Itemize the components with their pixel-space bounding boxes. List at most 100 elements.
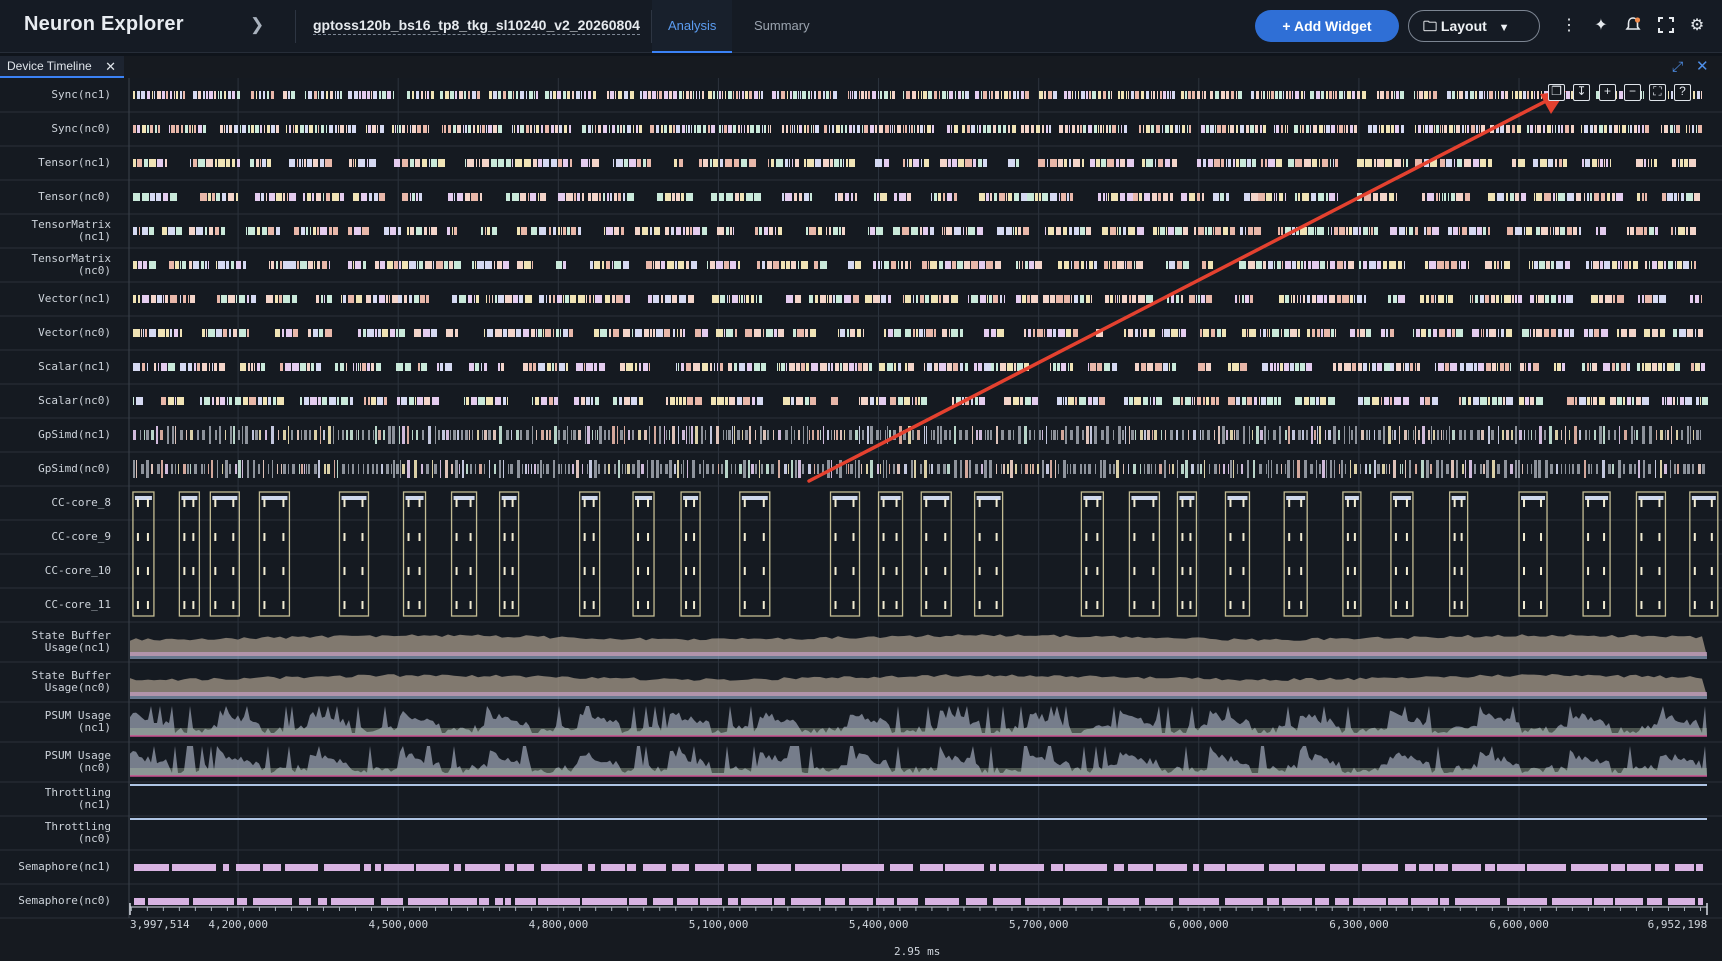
event-bar [1524,430,1525,440]
semaphore-bar [890,864,913,871]
event-bar [826,91,829,99]
event-bar [1013,397,1019,405]
event-bar [637,159,641,167]
event-bar [768,159,769,167]
event-bar [215,227,219,235]
event-bar [1255,125,1258,133]
event-bar [1048,91,1052,99]
event-bar [1616,363,1619,371]
cc-event [146,533,149,541]
lane-label: Tensor(nc1) [0,157,111,169]
event-bar [271,426,274,444]
help-icon[interactable]: ? [1674,84,1691,101]
zoom-out-icon[interactable]: − [1624,84,1641,101]
semaphore-bar [1145,898,1173,905]
event-bar [489,91,492,99]
event-bar [656,329,663,337]
event-bar [1285,125,1286,133]
event-bar [676,227,681,235]
event-bar [187,464,189,474]
event-bar [1619,91,1623,99]
event-bar [1004,295,1005,303]
event-bar [477,430,479,440]
event-bar [868,91,870,99]
event-bar [1104,261,1108,269]
event-bar [353,159,354,167]
event-bar [615,91,616,99]
event-bar [1610,397,1616,405]
event-bar [1664,464,1667,474]
event-bar [1003,464,1005,474]
event-bar [271,91,274,99]
cc-event [263,567,266,575]
event-bar [325,159,332,167]
event-bar [175,426,176,444]
event-bar [1099,397,1105,405]
event-bar [260,125,262,133]
duplicate-icon[interactable]: ❐ [1548,84,1565,101]
lane-track[interactable] [133,159,1696,167]
event-bar [1553,227,1554,235]
event-bar [1652,329,1658,337]
event-bar [1333,363,1336,371]
zoom-in-icon[interactable]: + [1599,84,1616,101]
event-bar [1319,464,1321,474]
event-bar [931,295,938,303]
event-bar [405,363,411,371]
event-bar [356,363,357,371]
event-bar [1300,295,1301,303]
event-bar [667,261,674,269]
cc-event [1181,567,1184,575]
event-bar [791,460,793,478]
event-bar [1638,460,1640,478]
lane-track[interactable] [130,674,1707,699]
event-bar [650,329,652,337]
event-bar [1197,159,1201,167]
event-bar [1391,125,1394,133]
event-bar [581,91,582,99]
cc-event [1523,499,1526,507]
event-bar [664,426,665,444]
event-bar [762,125,763,133]
event-bar [1274,193,1275,201]
event-bar [737,430,740,440]
event-bar [1139,193,1142,201]
lane-track[interactable] [130,634,1707,659]
event-bar [498,159,504,167]
timeline-canvas[interactable] [0,0,1722,961]
event-bar [563,261,566,269]
event-bar [1683,261,1689,269]
fit-icon[interactable]: ⛶ [1649,84,1666,101]
event-bar [402,426,405,444]
event-bar [499,426,502,444]
event-bar [653,295,659,303]
event-bar [451,464,453,474]
event-bar [747,363,752,371]
event-bar [948,159,951,167]
event-bar [1603,426,1605,444]
event-bar [642,227,648,235]
event-bar [515,159,522,167]
event-bar [422,430,424,440]
event-bar [1497,261,1499,269]
event-bar [407,460,410,478]
event-bar [841,125,843,133]
event-bar [1491,295,1495,303]
event-bar [1249,329,1256,337]
event-bar [1441,460,1443,478]
event-bar [903,125,904,133]
event-bar [1441,430,1442,440]
event-bar [1146,295,1153,303]
event-bar [979,261,985,269]
event-bar [1185,397,1191,405]
event-bar [1177,460,1178,478]
event-bar [466,397,469,405]
event-bar [1115,295,1116,303]
semaphore-bar [627,864,636,871]
event-bar [139,227,140,235]
event-bar [850,329,855,337]
cc-event [232,601,235,609]
cc-event [882,499,885,507]
download-icon[interactable]: ↧ [1573,84,1590,101]
event-bar [157,295,162,303]
